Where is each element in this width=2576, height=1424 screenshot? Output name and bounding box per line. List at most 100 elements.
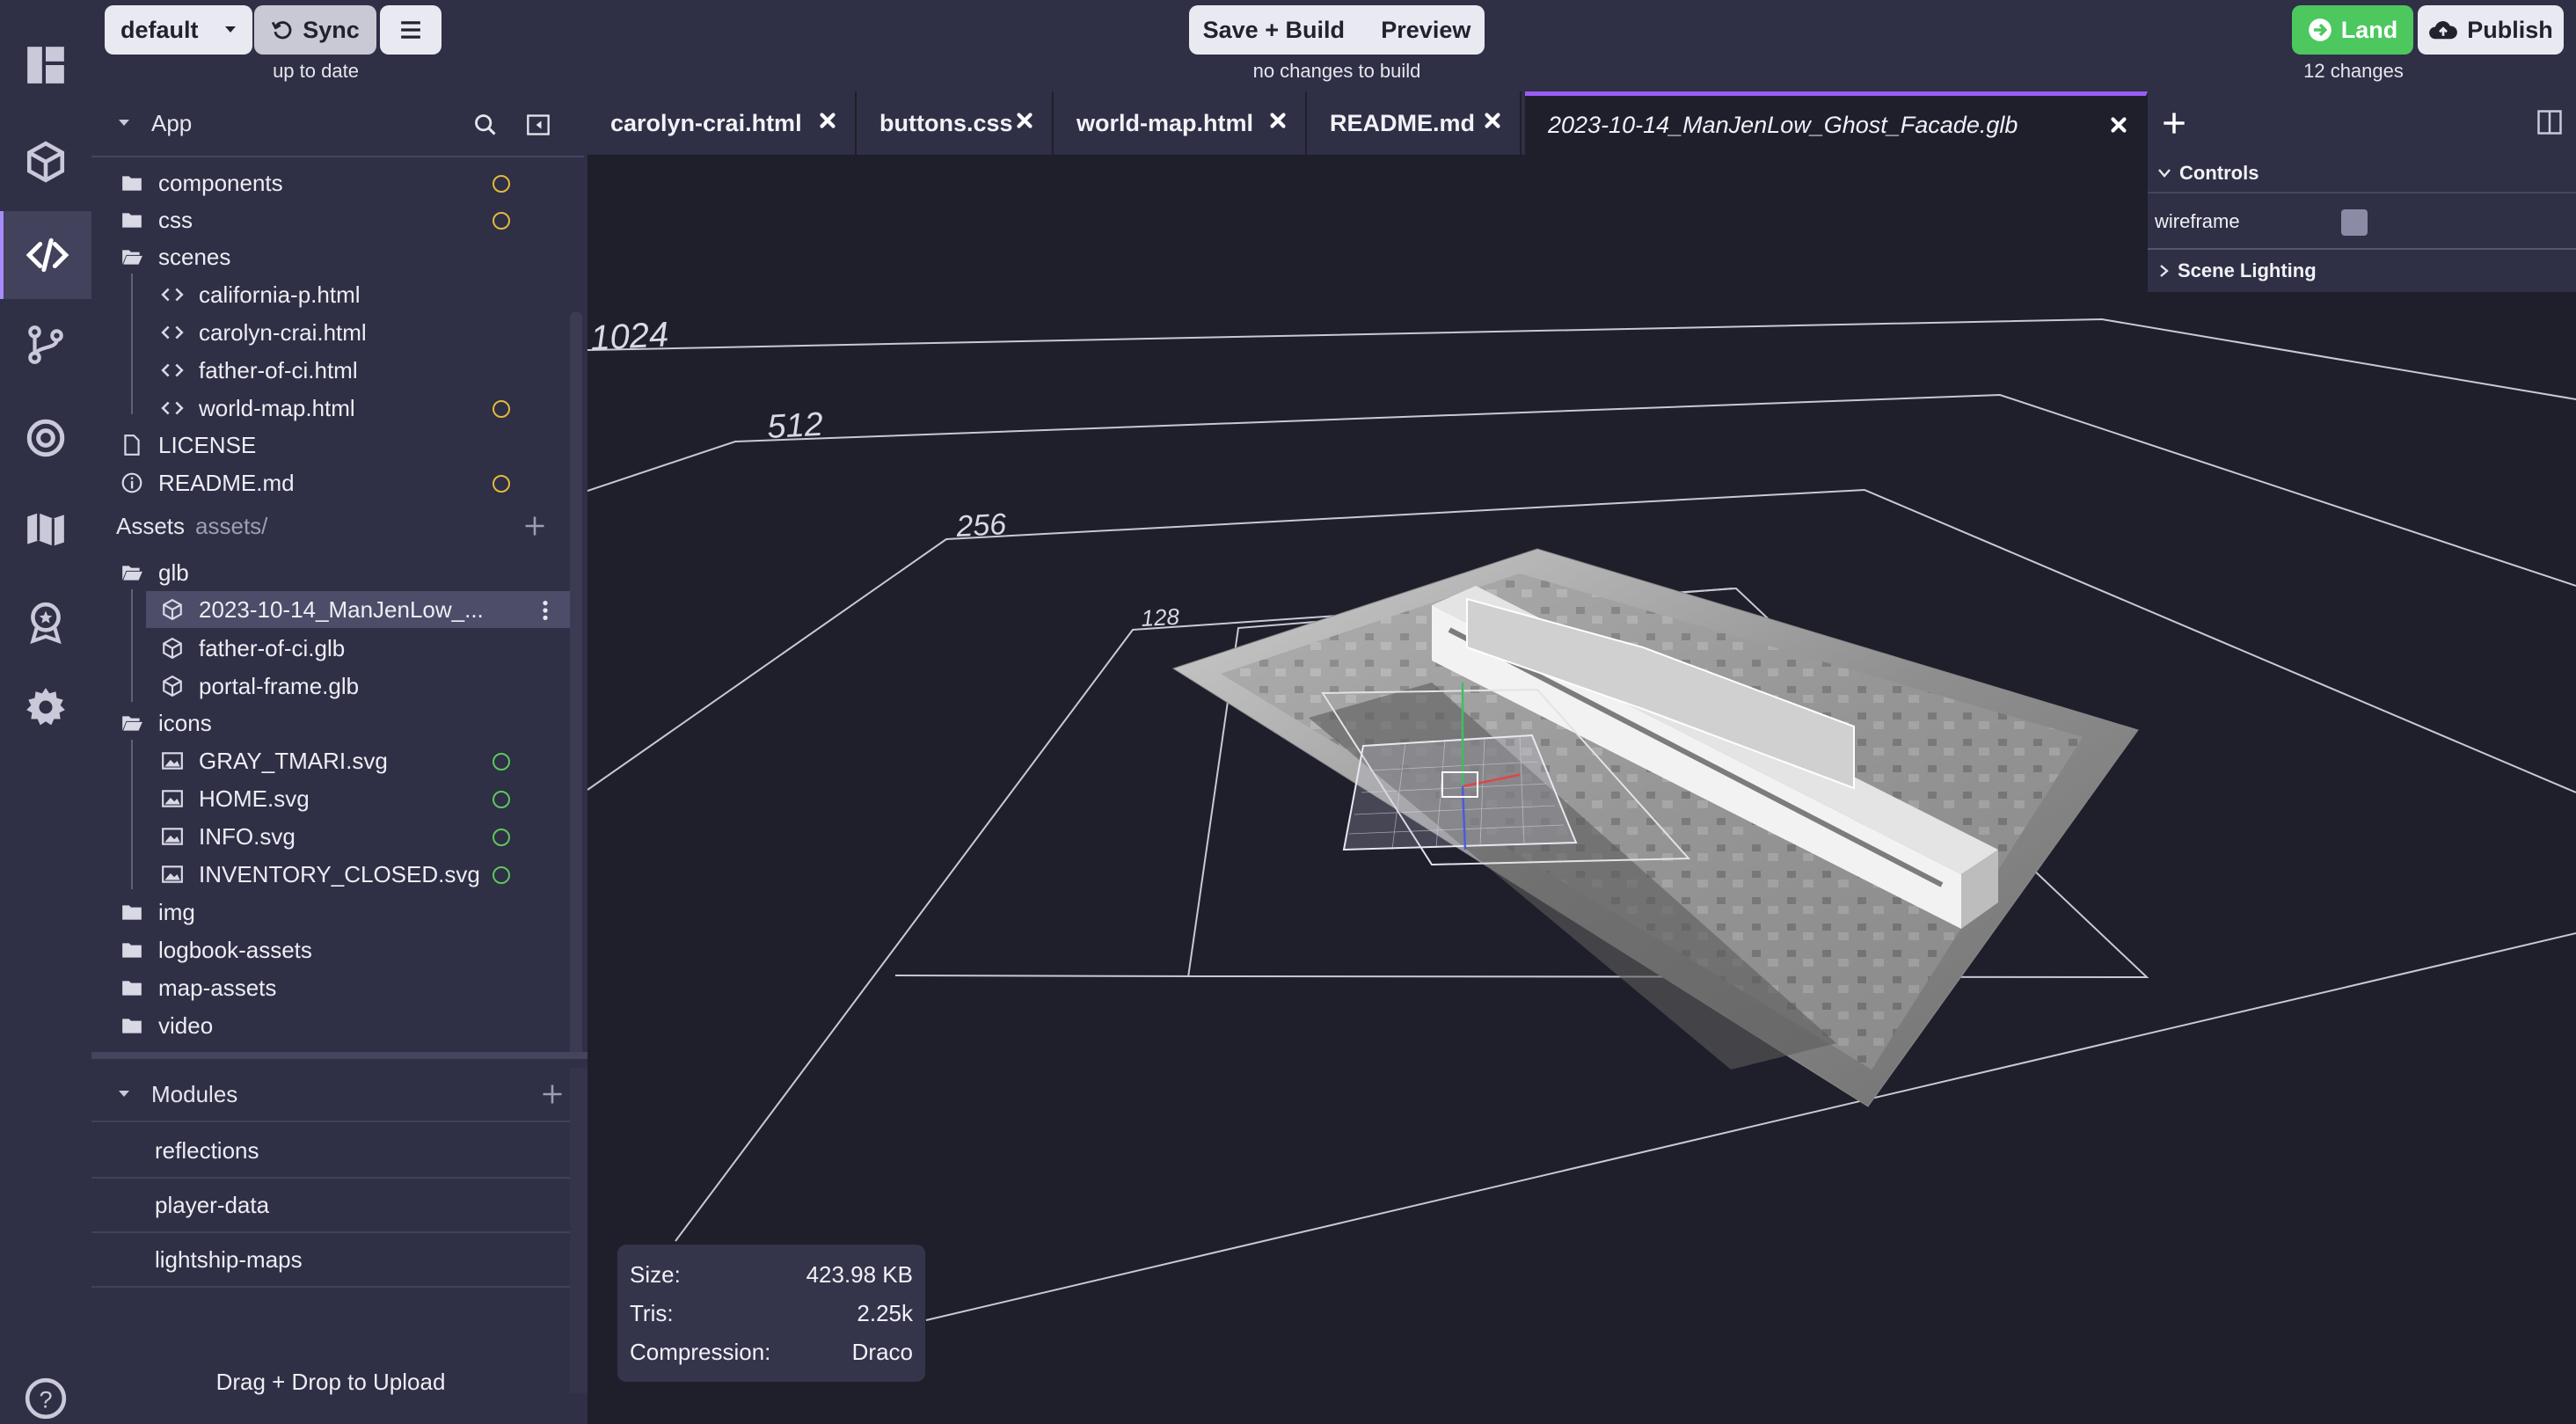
publish-button[interactable]: Publish	[2418, 5, 2564, 55]
collapse-sidebar-icon[interactable]	[526, 113, 551, 137]
target-icon[interactable]	[0, 394, 91, 482]
split-view-icon[interactable]	[2536, 109, 2563, 135]
wireframe-checkbox[interactable]	[2341, 209, 2368, 236]
caret-down-icon	[119, 120, 129, 126]
scene-lighting-header[interactable]: Scene Lighting	[2148, 252, 2576, 290]
sync-label: Sync	[303, 16, 360, 43]
app-section-header[interactable]: App	[91, 99, 587, 148]
tree-item-father-of-ci[interactable]: father-of-ci.html	[160, 352, 587, 389]
tab-readme[interactable]: README.md	[1307, 91, 1522, 155]
tree-item-california-p[interactable]: california-p.html	[160, 276, 587, 313]
folder-icon	[120, 171, 144, 195]
tree-item-home-svg[interactable]: HOME.svg	[160, 780, 587, 817]
tree-item-gray-tmari[interactable]: GRAY_TMARI.svg	[160, 742, 587, 779]
modules-scrollbar[interactable]	[570, 1068, 587, 1393]
tree-item-world-map[interactable]: world-map.html	[160, 390, 587, 427]
save-build-button[interactable]: Save + Build	[1203, 17, 1345, 44]
help-icon[interactable]: ?	[0, 1377, 91, 1420]
code-file-icon	[160, 396, 185, 420]
map-icon[interactable]	[0, 486, 91, 573]
tree-item-label: INVENTORY_CLOSED.svg	[199, 860, 480, 887]
close-tab-icon[interactable]	[1013, 109, 1036, 132]
modules-section-header[interactable]: Modules	[91, 1068, 570, 1122]
branch-select[interactable]: default	[105, 5, 252, 55]
info-icon	[120, 471, 144, 495]
model-viewport[interactable]: 1024 512 256 128	[587, 155, 2576, 1424]
tab-world-map[interactable]: world-map.html	[1054, 91, 1307, 155]
upload-dropzone[interactable]: Drag + Drop to Upload	[91, 1363, 570, 1400]
tree-guide	[131, 740, 133, 889]
add-asset-icon[interactable]	[522, 514, 547, 538]
divider	[91, 156, 584, 157]
module-item[interactable]: player-data	[91, 1179, 570, 1233]
tab-buttons-css[interactable]: buttons.css	[857, 91, 1054, 155]
file-tree-scrollbar[interactable]	[570, 311, 582, 1052]
folder-icon	[120, 900, 144, 924]
app-section-title: App	[151, 109, 193, 136]
module-item[interactable]: reflections	[91, 1124, 570, 1179]
dashboard-icon[interactable]	[0, 21, 91, 109]
grid-label-1024: 1024	[589, 315, 669, 358]
controls-header[interactable]: Controls	[2148, 155, 2576, 192]
tree-item-logbook-assets[interactable]: logbook-assets	[120, 931, 587, 968]
wireframe-label: wireframe	[2155, 210, 2240, 232]
tree-item-readme[interactable]: README.md	[120, 464, 587, 501]
scene-lighting-label: Scene Lighting	[2178, 259, 2317, 281]
folder-open-icon	[120, 560, 144, 585]
assets-section-header: Assets assets/	[91, 501, 587, 551]
tree-item-portal-frame[interactable]: portal-frame.glb	[160, 668, 587, 705]
tree-item-label: HOME.svg	[199, 785, 310, 812]
badge-icon[interactable]	[0, 579, 91, 667]
tree-item-icons[interactable]: icons	[120, 705, 587, 741]
tree-item-img[interactable]: img	[120, 894, 587, 931]
tree-item-video[interactable]: video	[120, 1007, 587, 1044]
module-item[interactable]: lightship-maps	[91, 1233, 570, 1288]
tree-item-manjenlow-glb[interactable]: 2023-10-14_ManJenLow_...	[146, 591, 570, 628]
divider	[2148, 192, 2576, 194]
tree-item-inventory-closed[interactable]: INVENTORY_CLOSED.svg	[160, 856, 587, 893]
preview-button[interactable]: Preview	[1381, 17, 1470, 44]
code-icon[interactable]	[0, 211, 91, 299]
close-tab-icon[interactable]	[1481, 109, 1504, 132]
image-icon	[160, 786, 185, 811]
hamburger-icon	[401, 21, 420, 39]
add-module-icon[interactable]	[540, 1082, 565, 1106]
assets-path: assets/	[195, 512, 268, 539]
tab-manjenlow-glb[interactable]: 2023-10-14_ManJenLow_Ghost_Facade.glb	[1525, 91, 2148, 155]
settings-gear-icon[interactable]	[0, 663, 91, 751]
tab-label: carolyn-crai.html	[610, 109, 802, 136]
land-button[interactable]: Land	[2292, 5, 2413, 55]
cloud-upload-icon	[2429, 21, 2458, 40]
more-vertical-icon[interactable]	[542, 600, 549, 621]
assets-cube-icon[interactable]	[0, 118, 91, 206]
tree-item-css[interactable]: css	[120, 201, 587, 238]
tree-item-carolyn-crai[interactable]: carolyn-crai.html	[160, 314, 587, 351]
added-indicator	[493, 866, 510, 884]
tree-item-label: logbook-assets	[158, 936, 312, 963]
sync-button[interactable]: Sync	[254, 5, 376, 55]
panel-resize-handle[interactable]	[91, 1052, 587, 1059]
tree-item-license[interactable]: LICENSE	[120, 427, 587, 464]
tree-item-scenes[interactable]: scenes	[120, 238, 587, 275]
tree-item-label: carolyn-crai.html	[199, 318, 367, 346]
close-tab-icon[interactable]	[2107, 113, 2130, 136]
size-label: Size:	[630, 1260, 681, 1288]
tree-item-info-svg[interactable]: INFO.svg	[160, 818, 587, 855]
close-tab-icon[interactable]	[1266, 109, 1289, 132]
tree-item-label: components	[158, 169, 283, 196]
image-icon	[160, 749, 185, 773]
menu-button[interactable]	[380, 5, 441, 55]
branch-icon[interactable]	[0, 301, 91, 389]
tree-item-components[interactable]: components	[120, 164, 587, 201]
svg-text:?: ?	[39, 1385, 52, 1413]
tree-item-label: img	[158, 898, 195, 925]
tab-carolyn-crai[interactable]: carolyn-crai.html	[587, 91, 857, 155]
search-icon[interactable]	[473, 113, 498, 137]
new-tab-icon[interactable]	[2162, 111, 2186, 135]
changes-count: 12 changes	[2303, 60, 2404, 82]
tree-item-map-assets[interactable]: map-assets	[120, 969, 587, 1006]
tree-item-father-of-ci-glb[interactable]: father-of-ci.glb	[160, 630, 587, 667]
tree-item-glb[interactable]: glb	[120, 554, 587, 591]
close-tab-icon[interactable]	[816, 109, 839, 132]
tree-item-label: README.md	[158, 469, 295, 496]
